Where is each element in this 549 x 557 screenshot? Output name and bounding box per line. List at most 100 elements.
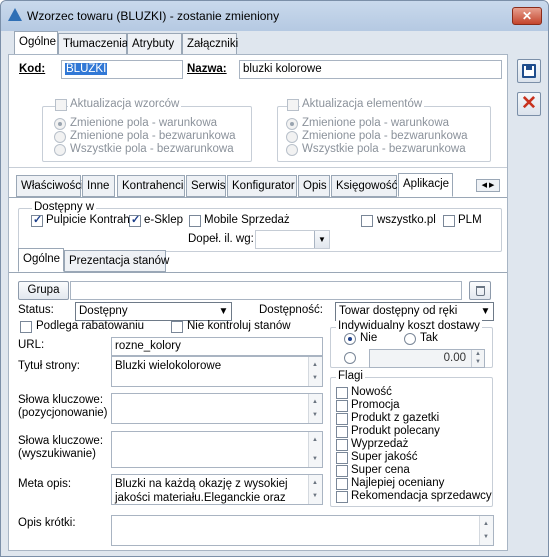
slowa-poz-scrollbar[interactable] bbox=[308, 394, 322, 423]
url-field[interactable]: rozne_kolory bbox=[111, 337, 323, 356]
status-value: Dostępny bbox=[79, 305, 128, 317]
flag-checkbox[interactable] bbox=[336, 387, 348, 399]
inner-tab-line bbox=[9, 272, 507, 273]
flag-checkbox[interactable] bbox=[336, 478, 348, 490]
flag-checkbox[interactable] bbox=[336, 452, 348, 464]
plm-checkbox[interactable] bbox=[443, 215, 455, 227]
tab-opis[interactable]: Opis bbox=[298, 175, 330, 197]
koszt-nie-radio[interactable] bbox=[344, 333, 356, 345]
esklep-checkbox[interactable] bbox=[129, 213, 141, 227]
pulpit-label: Pulpicie Kontrah bbox=[46, 214, 130, 226]
flag-checkbox[interactable] bbox=[336, 439, 348, 451]
slowa-wysz-scrollbar[interactable] bbox=[308, 432, 322, 467]
tytul-scrollbar[interactable] bbox=[308, 357, 322, 386]
akt-wzorcow-label: Aktualizacja wzorców bbox=[68, 98, 182, 110]
grupa-field[interactable] bbox=[70, 281, 462, 300]
tab-wlasciwosci[interactable]: Właściwości bbox=[16, 175, 84, 197]
flag-checkbox[interactable] bbox=[336, 400, 348, 412]
delete-button[interactable]: ✕ bbox=[517, 92, 541, 116]
grupa-button[interactable]: Grupa bbox=[18, 281, 69, 300]
koszt-spin-icon[interactable]: ▲ ▼ bbox=[471, 350, 484, 367]
chevron-down-icon: ▼ bbox=[478, 303, 493, 320]
tab-aplikacje[interactable]: Aplikacje bbox=[398, 173, 453, 197]
tab-scroll-arrows[interactable]: ◀ ▶ bbox=[476, 179, 500, 192]
flag-label: Nowość bbox=[351, 386, 392, 398]
nie-kontroluj-label: Nie kontroluj stanów bbox=[187, 320, 291, 332]
koszt-nie-label: Nie bbox=[360, 332, 378, 344]
akt-elementow-checkbox[interactable] bbox=[287, 99, 299, 111]
tab-ksiegowosc[interactable]: Księgowość bbox=[331, 175, 397, 197]
nazwa-label: Nazwa: bbox=[187, 63, 227, 75]
tab-konfigurator[interactable]: Konfigurator bbox=[227, 175, 297, 197]
flag-label: Najlepiej oceniany bbox=[351, 477, 445, 489]
koszt-value-radio[interactable] bbox=[344, 352, 356, 364]
akt-elementow-option-3: Wszystkie pola - bezwarunkowa bbox=[302, 143, 466, 155]
flag-label: Promocja bbox=[351, 399, 400, 411]
main-panel: Kod: BLUZKI Nazwa: bluzki kolorowe Aktua… bbox=[8, 54, 508, 551]
url-label: URL: bbox=[18, 339, 45, 351]
tab-tlumaczenia[interactable]: Tłumaczenia bbox=[58, 33, 128, 55]
app-icon bbox=[8, 8, 22, 21]
trash-button[interactable] bbox=[469, 281, 491, 300]
tab-line bbox=[9, 197, 507, 198]
flag-checkbox[interactable] bbox=[336, 491, 348, 503]
akt-wzorcow-radio-2[interactable] bbox=[54, 131, 66, 143]
flag-label: Produkt polecany bbox=[351, 425, 440, 437]
nie-kontroluj-checkbox[interactable] bbox=[171, 321, 183, 333]
save-icon bbox=[522, 64, 536, 78]
slowa-poz-field[interactable] bbox=[111, 393, 323, 424]
tab-ogolne[interactable]: Ogólne bbox=[14, 31, 58, 55]
akt-wzorcow-radio-3[interactable] bbox=[54, 144, 66, 156]
title-bar: Wzorzec towaru (BLUZKI) - zostanie zmien… bbox=[1, 1, 548, 31]
flag-checkbox[interactable] bbox=[336, 426, 348, 438]
tab-serwis[interactable]: Serwis bbox=[186, 175, 226, 197]
wszystko-checkbox[interactable] bbox=[361, 215, 373, 227]
podlega-checkbox[interactable] bbox=[20, 321, 32, 333]
flag-label: Wyprzedaż bbox=[351, 438, 409, 450]
flag-label: Super cena bbox=[351, 464, 410, 476]
koszt-tak-radio[interactable] bbox=[404, 333, 416, 345]
akt-wzorcow-checkbox[interactable] bbox=[55, 99, 67, 111]
koszt-label: Indywidualny koszt dostawy bbox=[336, 320, 482, 332]
akt-elementow-radio-3[interactable] bbox=[286, 144, 298, 156]
akt-wzorcow-radio-1[interactable] bbox=[54, 118, 66, 130]
kod-field[interactable]: BLUZKI bbox=[61, 60, 183, 79]
akt-elementow-radio-2[interactable] bbox=[286, 131, 298, 143]
koszt-value-field[interactable]: 0.00 bbox=[369, 349, 485, 368]
chevron-down-icon: ▼ bbox=[314, 231, 329, 248]
tab-atrybuty[interactable]: Atrybuty bbox=[127, 33, 182, 55]
tab-zalaczniki[interactable]: Załączniki bbox=[182, 33, 238, 55]
chevron-down-icon: ▼ bbox=[216, 303, 231, 320]
pulpit-checkbox[interactable] bbox=[31, 213, 43, 227]
nazwa-field[interactable]: bluzki kolorowe bbox=[239, 60, 502, 79]
status-dropdown[interactable]: Dostępny ▼ bbox=[75, 302, 232, 321]
akt-elementow-label: Aktualizacja elementów bbox=[300, 98, 425, 110]
tab-kontrahenci[interactable]: Kontrahenci bbox=[117, 175, 185, 197]
close-button[interactable]: ✕ bbox=[512, 7, 542, 25]
plm-label: PLM bbox=[458, 214, 482, 226]
opis-krotki-scrollbar[interactable] bbox=[479, 516, 493, 545]
x-icon: ✕ bbox=[521, 93, 537, 114]
meta-line-2: jakości materiału.Eleganckie oraz bbox=[115, 492, 286, 504]
akt-wzorcow-option-2: Zmienione pola - bezwarunkowa bbox=[70, 130, 236, 142]
slowa-wysz-label-1: Słowa kluczowe: bbox=[18, 435, 104, 447]
tytul-field[interactable]: Bluzki wielokolorowe bbox=[111, 356, 323, 387]
flag-checkbox[interactable] bbox=[336, 465, 348, 477]
slowa-poz-label-2: (pozycjonowanie) bbox=[18, 407, 108, 419]
mobile-checkbox[interactable] bbox=[189, 215, 201, 227]
meta-scrollbar[interactable] bbox=[308, 475, 322, 504]
slowa-wysz-field[interactable] bbox=[111, 431, 323, 468]
akt-elementow-radio-1[interactable] bbox=[286, 118, 298, 130]
flag-label: Super jakość bbox=[351, 451, 418, 463]
opis-krotki-field[interactable] bbox=[111, 515, 494, 546]
dostepnosc-dropdown[interactable]: Towar dostępny od ręki ▼ bbox=[335, 302, 494, 321]
tab-inne[interactable]: Inne bbox=[82, 175, 115, 197]
meta-field[interactable]: Bluzki na każdą okazję z wysokiej jakośc… bbox=[111, 474, 323, 505]
inner-tab-ogolne[interactable]: Ogólne bbox=[18, 248, 64, 272]
slowa-wysz-label-2: (wyszukiwanie) bbox=[18, 448, 96, 460]
dostepnosc-label: Dostępność: bbox=[259, 304, 323, 316]
dopel-dropdown[interactable]: ▼ bbox=[255, 230, 330, 249]
save-button[interactable] bbox=[517, 59, 541, 83]
inner-tab-prezentacja[interactable]: Prezentacja stanów bbox=[64, 250, 169, 272]
flag-checkbox[interactable] bbox=[336, 413, 348, 425]
